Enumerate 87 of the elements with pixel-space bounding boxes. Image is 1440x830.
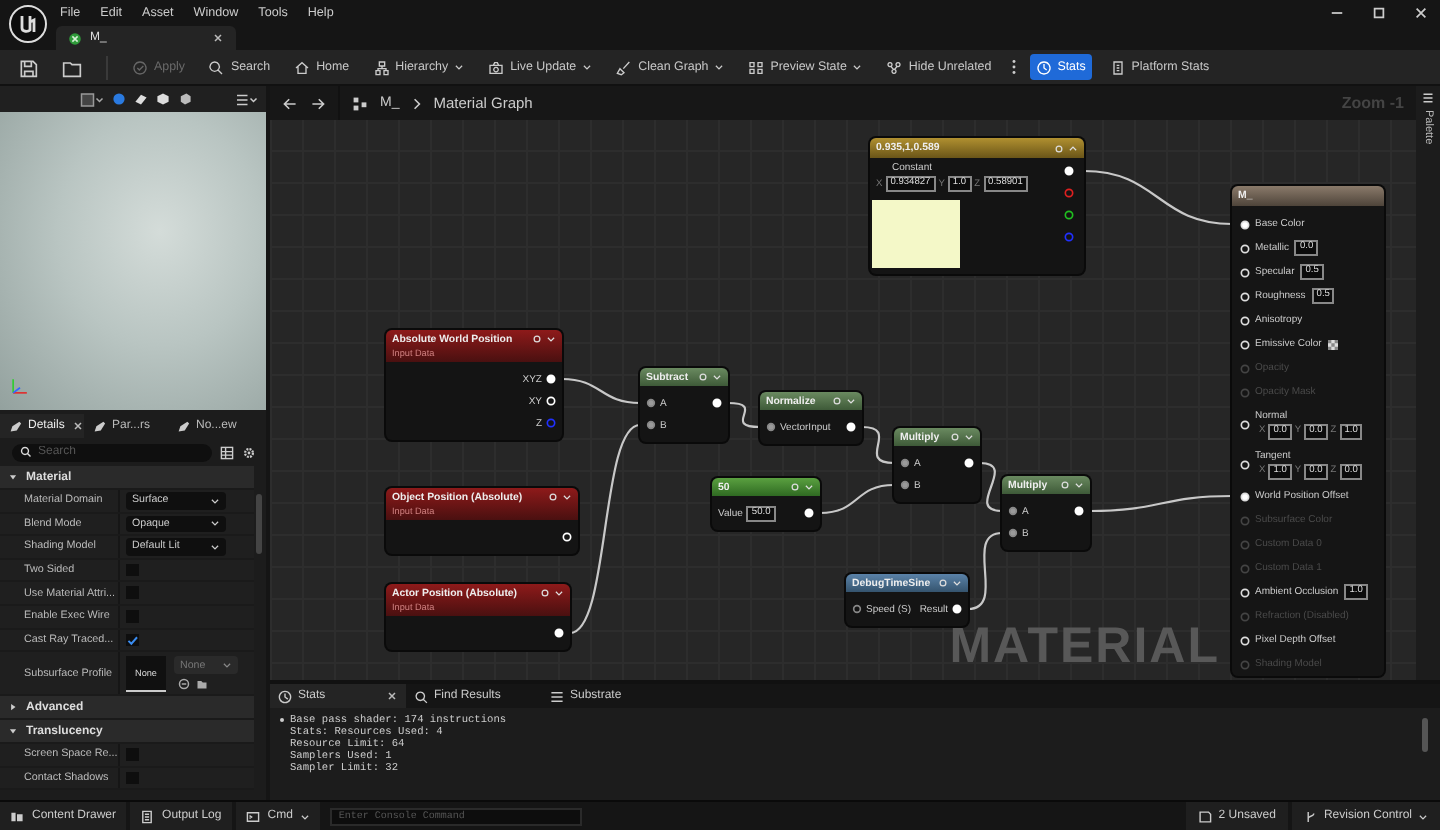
input-pin-icon[interactable] (900, 458, 910, 468)
pencil-icon (8, 419, 22, 433)
chevron-icon[interactable] (562, 491, 572, 501)
pencil-icon (92, 419, 106, 433)
maximize-icon[interactable] (1372, 5, 1386, 19)
folder-icon[interactable] (62, 57, 82, 77)
connection-wire (979, 461, 1003, 513)
input-pin-icon[interactable] (1008, 528, 1018, 538)
table-icon[interactable] (220, 445, 234, 459)
chevron-icon[interactable] (964, 432, 974, 442)
graph-icon (352, 95, 368, 111)
input-pin-icon[interactable] (900, 480, 910, 490)
home-icon (294, 59, 311, 75)
log-icon (140, 809, 155, 823)
caret-icon (582, 62, 593, 72)
pencil-icon (176, 419, 190, 433)
connection-wire (819, 483, 895, 515)
checkbox[interactable] (126, 633, 139, 647)
chevron-icon[interactable] (846, 396, 856, 406)
graph-node[interactable] (1232, 186, 1384, 676)
chevron-icon[interactable] (1068, 143, 1078, 153)
brush-icon (616, 59, 633, 75)
connection-wire (727, 401, 761, 429)
output-pin-icon[interactable] (1064, 210, 1074, 220)
input-pin-icon[interactable] (646, 398, 656, 408)
sphere-icon[interactable] (112, 92, 126, 106)
close-icon[interactable] (212, 32, 224, 44)
caret-icon (454, 62, 465, 72)
back-arrow-icon[interactable] (282, 95, 298, 111)
tablet-icon (1109, 59, 1126, 75)
chevron-icon[interactable] (546, 333, 556, 343)
grid-icon (748, 59, 765, 75)
caret-icon (210, 541, 220, 552)
scrollbar-thumb[interactable] (256, 494, 262, 554)
view-mode-icon[interactable] (80, 91, 104, 107)
settings-icon[interactable] (242, 445, 256, 459)
search-icon (414, 689, 428, 703)
save-icon (1198, 809, 1213, 823)
chevron-icon (411, 95, 422, 111)
cube-icon[interactable] (156, 92, 170, 106)
folder-icon[interactable] (196, 677, 208, 690)
connection-wire (561, 377, 641, 405)
connection-wire (967, 531, 1003, 611)
chevron-icon[interactable] (712, 372, 722, 382)
search-icon (20, 446, 32, 458)
nodes-icon (886, 59, 903, 75)
caret-icon (714, 62, 725, 72)
caret-icon (210, 518, 220, 529)
engine-logo-icon[interactable] (8, 4, 48, 44)
search-icon (208, 59, 225, 75)
list-icon[interactable] (1422, 92, 1434, 104)
collapsed-triangle-icon (8, 702, 18, 713)
close-icon[interactable] (1414, 5, 1428, 19)
forward-arrow-icon[interactable] (310, 95, 326, 111)
close-icon[interactable] (72, 420, 85, 432)
drawer-icon (10, 809, 24, 823)
caret-icon (300, 811, 311, 821)
save-icon[interactable] (18, 57, 38, 77)
expanded-triangle-icon (8, 472, 18, 482)
caret-icon (210, 495, 220, 506)
checker-swatch-icon[interactable] (1327, 339, 1338, 349)
chevron-icon[interactable] (804, 482, 814, 492)
hierarchy-icon (373, 59, 390, 75)
input-pin-icon[interactable] (1008, 506, 1018, 516)
expanded-triangle-icon (8, 726, 18, 737)
branch-icon (1303, 809, 1318, 823)
menu-icon[interactable] (234, 91, 258, 107)
input-pin-icon[interactable] (852, 604, 862, 614)
caret-icon (852, 62, 863, 72)
connection-wire (861, 425, 895, 465)
caret-icon (222, 660, 232, 671)
close-icon[interactable] (386, 690, 398, 702)
camera-icon (488, 59, 505, 75)
chevron-icon[interactable] (1074, 480, 1084, 490)
plane-icon[interactable] (134, 92, 148, 106)
chevron-icon[interactable] (952, 578, 962, 588)
caret-icon (1418, 811, 1428, 821)
chevron-icon[interactable] (554, 587, 564, 597)
more-icon[interactable] (1009, 56, 1018, 78)
input-pin-icon[interactable] (766, 422, 776, 432)
terminal-icon (245, 809, 260, 823)
connection-wire (1090, 494, 1232, 513)
material-icon (68, 31, 82, 45)
list-icon (550, 689, 564, 703)
input-pin-icon[interactable] (646, 420, 656, 430)
axis-gizmo-icon (8, 374, 32, 398)
scrollbar-thumb[interactable] (1422, 718, 1428, 752)
